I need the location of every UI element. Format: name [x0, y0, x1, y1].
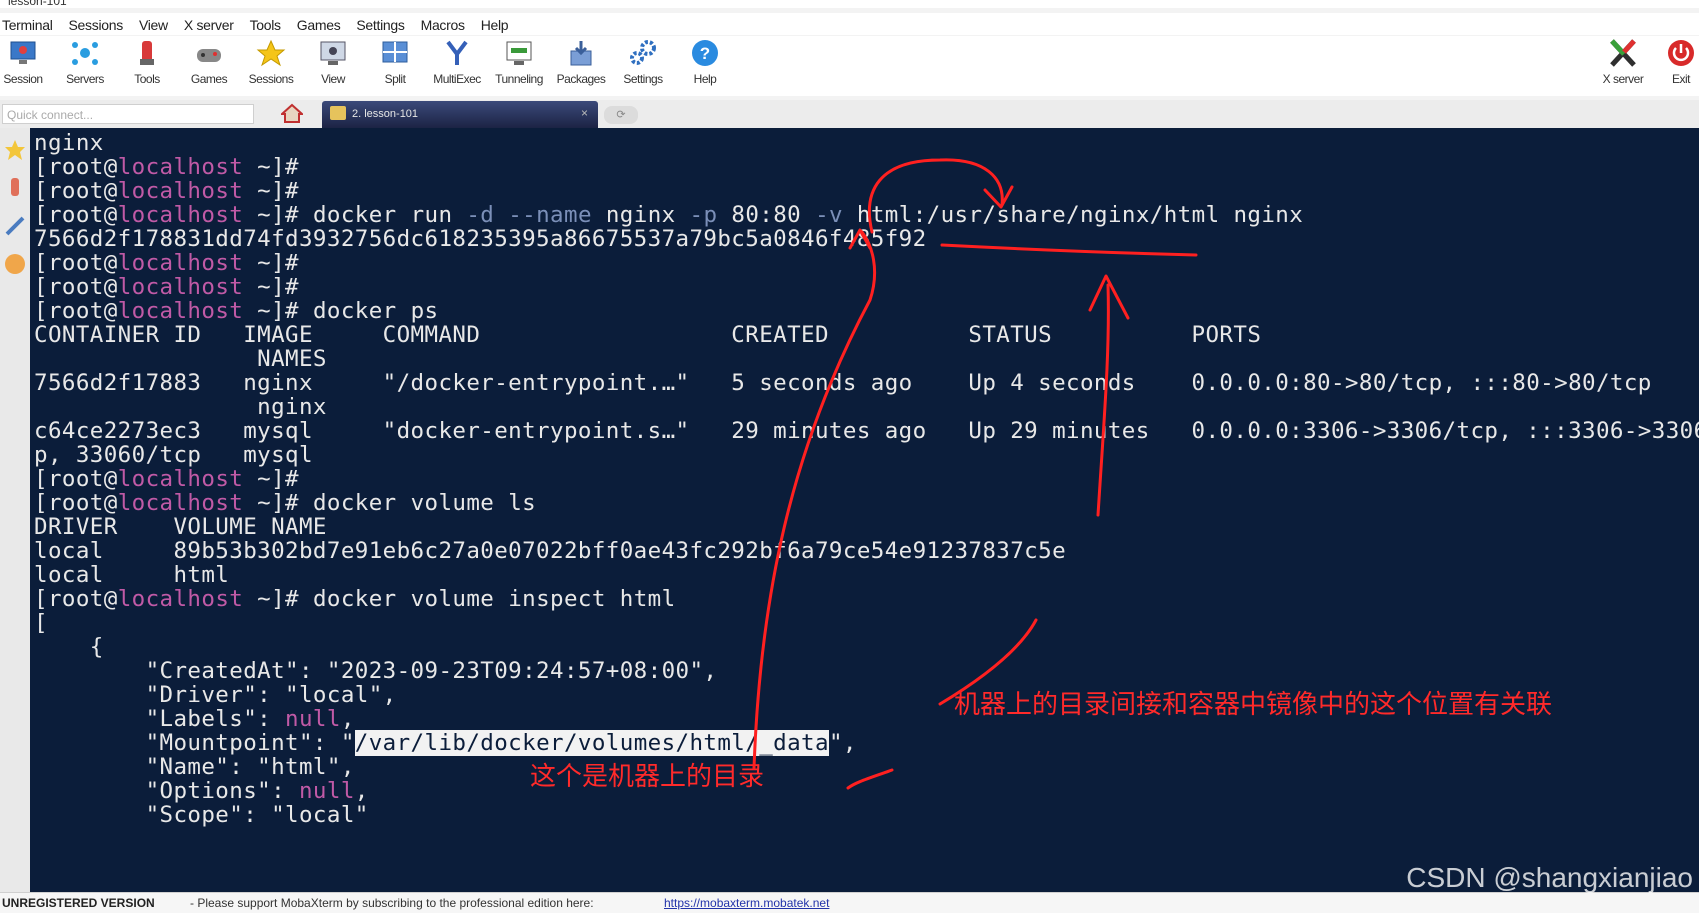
arrow-up-right — [1096, 283, 1110, 517]
arrow-head-top — [983, 185, 1014, 209]
arrow-underline-container-path — [940, 243, 1198, 257]
support-message: - Please support MobaXterm by subscribin… — [190, 896, 594, 910]
csdn-watermark: CSDN @shangxianjiao — [1406, 862, 1693, 893]
arrow-up-from-mountpoint — [752, 230, 877, 770]
arrow-curve-note — [938, 618, 1038, 706]
annotation-arrows — [752, 158, 1198, 790]
mobaxterm-link[interactable]: https://mobaxterm.mobatek.net — [664, 896, 829, 910]
arrow-to-mountpoint — [846, 768, 894, 790]
unregistered-label: UNREGISTERED VERSION — [2, 896, 155, 910]
arrow-curve-to-container-path — [867, 158, 1004, 234]
status-bar: UNREGISTERED VERSION - Please support Mo… — [0, 892, 1699, 913]
